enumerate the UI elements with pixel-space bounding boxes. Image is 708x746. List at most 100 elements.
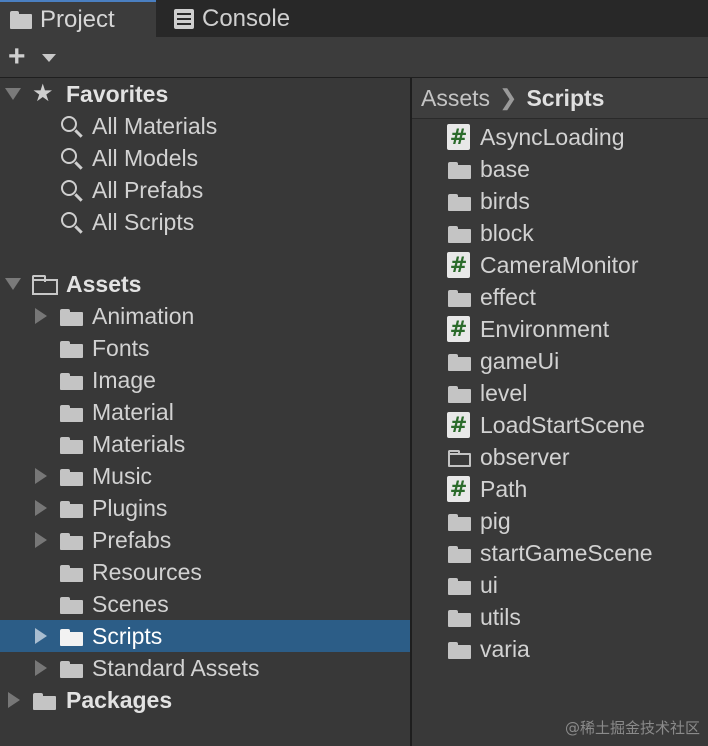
file-name: block bbox=[480, 219, 534, 246]
tree-item-label: All Scripts bbox=[92, 208, 195, 235]
tree-item-materials[interactable]: Materials bbox=[0, 428, 410, 460]
tree-item-scenes[interactable]: Scenes bbox=[0, 588, 410, 620]
chevron-down-icon[interactable] bbox=[42, 54, 56, 62]
open-folder-icon bbox=[32, 275, 58, 295]
tree-favorite-item[interactable]: All Scripts bbox=[0, 206, 410, 238]
tree-item-music[interactable]: Music bbox=[0, 460, 410, 492]
collapsed-arrow-icon[interactable] bbox=[35, 500, 47, 516]
tree-item-label: All Materials bbox=[92, 112, 218, 139]
file-name: LoadStartScene bbox=[480, 411, 645, 438]
file-item[interactable]: varia bbox=[412, 633, 708, 665]
add-button[interactable]: + bbox=[8, 42, 26, 72]
tree-packages[interactable]: Packages bbox=[0, 684, 410, 716]
breadcrumb-scripts[interactable]: Scripts bbox=[526, 85, 604, 112]
folder-icon bbox=[448, 514, 471, 531]
file-name: ui bbox=[480, 571, 498, 598]
collapsed-arrow-icon[interactable] bbox=[35, 468, 47, 484]
file-item[interactable]: observer bbox=[412, 441, 708, 473]
tree-favorite-item[interactable]: All Models bbox=[0, 142, 410, 174]
tree-favorite-item[interactable]: All Materials bbox=[0, 110, 410, 142]
tree-item-resources[interactable]: Resources bbox=[0, 556, 410, 588]
search-icon bbox=[61, 116, 77, 132]
tree-item-image[interactable]: Image bbox=[0, 364, 410, 396]
breadcrumb-assets[interactable]: Assets bbox=[421, 85, 490, 112]
collapsed-arrow-icon[interactable] bbox=[8, 692, 20, 708]
collapsed-arrow-icon[interactable] bbox=[35, 532, 47, 548]
collapsed-arrow-icon[interactable] bbox=[35, 660, 47, 676]
tree-item-label: Music bbox=[92, 462, 153, 489]
collapsed-arrow-icon[interactable] bbox=[35, 628, 47, 644]
file-item[interactable]: startGameScene bbox=[412, 537, 708, 569]
folder-icon bbox=[60, 373, 83, 390]
expanded-arrow-icon[interactable] bbox=[5, 88, 21, 100]
folder-icon bbox=[448, 386, 471, 403]
tab-project[interactable]: Project bbox=[0, 0, 156, 37]
folder-icon bbox=[60, 501, 83, 518]
tree-assets[interactable]: Assets bbox=[0, 268, 410, 300]
folder-icon bbox=[448, 290, 471, 307]
csharp-script-icon: # bbox=[447, 316, 470, 342]
watermark: @稀土掘金技术社区 bbox=[564, 719, 700, 737]
tree-item-label: Animation bbox=[92, 302, 195, 329]
file-item[interactable]: gameUi bbox=[412, 345, 708, 377]
file-item[interactable]: utils bbox=[412, 601, 708, 633]
console-icon bbox=[174, 8, 194, 29]
file-item[interactable]: # CameraMonitor bbox=[412, 249, 708, 281]
file-name: level bbox=[480, 379, 528, 406]
file-name: Environment bbox=[480, 315, 610, 342]
chevron-right-icon: ❯ bbox=[499, 85, 518, 110]
tree-item-label: Plugins bbox=[92, 494, 168, 521]
file-name: CameraMonitor bbox=[480, 251, 639, 278]
search-icon bbox=[61, 212, 77, 228]
folder-tree: ★ Favorites All Materials All Models All… bbox=[0, 78, 410, 746]
collapsed-arrow-icon[interactable] bbox=[35, 308, 47, 324]
tree-item-label: Standard Assets bbox=[92, 654, 260, 681]
tree-packages-label: Packages bbox=[66, 686, 173, 713]
tree-favorite-item[interactable]: All Prefabs bbox=[0, 174, 410, 206]
file-item[interactable]: birds bbox=[412, 185, 708, 217]
file-item[interactable]: block bbox=[412, 217, 708, 249]
folder-icon bbox=[60, 533, 83, 550]
tree-item-plugins[interactable]: Plugins bbox=[0, 492, 410, 524]
project-toolbar: + bbox=[0, 37, 708, 78]
file-item[interactable]: # Path bbox=[412, 473, 708, 505]
tree-item-animation[interactable]: Animation bbox=[0, 300, 410, 332]
folder-icon bbox=[60, 597, 83, 614]
file-item[interactable]: effect bbox=[412, 281, 708, 313]
folder-icon bbox=[448, 354, 471, 371]
tree-item-material[interactable]: Material bbox=[0, 396, 410, 428]
file-item[interactable]: ui bbox=[412, 569, 708, 601]
tree-item-label: Scenes bbox=[92, 590, 169, 617]
folder-icon bbox=[448, 610, 471, 627]
tree-favorites[interactable]: ★ Favorites bbox=[0, 78, 410, 110]
tree-item-prefabs[interactable]: Prefabs bbox=[0, 524, 410, 556]
folder-icon bbox=[60, 629, 83, 646]
file-item[interactable]: # LoadStartScene bbox=[412, 409, 708, 441]
tree-item-label: Fonts bbox=[92, 334, 150, 361]
file-item[interactable]: pig bbox=[412, 505, 708, 537]
file-name: gameUi bbox=[480, 347, 560, 374]
tab-console[interactable]: Console bbox=[174, 0, 290, 37]
file-item[interactable]: level bbox=[412, 377, 708, 409]
search-icon bbox=[61, 180, 77, 196]
file-item[interactable]: # Environment bbox=[412, 313, 708, 345]
folder-icon bbox=[60, 437, 83, 454]
folder-icon bbox=[60, 469, 83, 486]
folder-icon bbox=[448, 642, 471, 659]
tree-item-label: Resources bbox=[92, 558, 202, 585]
file-item[interactable]: # AsyncLoading bbox=[412, 121, 708, 153]
tree-item-label: Materials bbox=[92, 430, 186, 457]
breadcrumb: Assets ❯ Scripts bbox=[412, 78, 708, 119]
tree-item-label: Scripts bbox=[92, 622, 163, 649]
folder-icon bbox=[448, 578, 471, 595]
tree-item-scripts[interactable]: Scripts bbox=[0, 620, 410, 652]
expanded-arrow-icon[interactable] bbox=[5, 278, 21, 290]
tree-item-standard-assets[interactable]: Standard Assets bbox=[0, 652, 410, 684]
csharp-script-icon: # bbox=[447, 476, 470, 502]
tree-item-label: Prefabs bbox=[92, 526, 172, 553]
file-name: observer bbox=[480, 443, 570, 470]
file-item[interactable]: base bbox=[412, 153, 708, 185]
tree-item-fonts[interactable]: Fonts bbox=[0, 332, 410, 364]
tree-item-label: Image bbox=[92, 366, 156, 393]
tab-project-label: Project bbox=[40, 5, 115, 33]
